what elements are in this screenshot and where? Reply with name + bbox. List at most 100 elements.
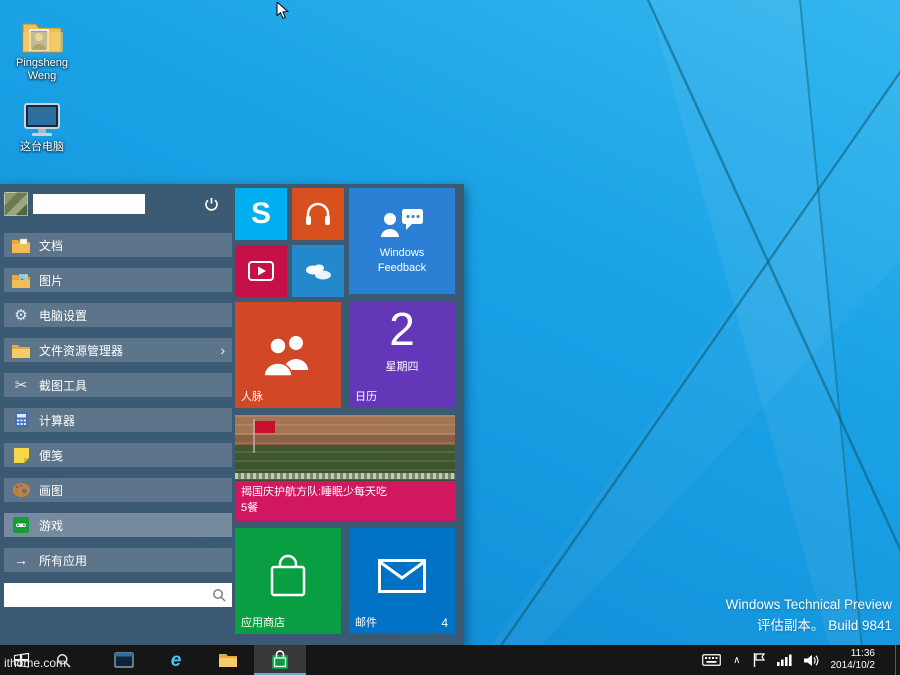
nav-label: 便笺 xyxy=(39,447,63,464)
tile-store[interactable]: 应用商店 xyxy=(235,528,341,634)
clock-date: 2014/10/2 xyxy=(831,660,876,673)
store-bag-icon xyxy=(271,650,289,670)
tile-skype[interactable]: S xyxy=(235,188,287,240)
calculator-icon xyxy=(11,411,31,429)
sidebar-item-file-explorer[interactable]: 文件资源管理器 › xyxy=(4,338,232,362)
search-icon xyxy=(212,588,226,602)
tile-label: 应用商店 xyxy=(241,614,285,630)
all-apps-label: 所有应用 xyxy=(39,552,87,569)
sidebar-item-snipping-tool[interactable]: ✂ 截图工具 xyxy=(4,373,232,397)
tile-news[interactable]: 揭国庆护航方队:睡眠少每天吃 5餐 xyxy=(235,415,455,521)
nav-label: 文档 xyxy=(39,237,63,254)
nav-label: 画图 xyxy=(39,482,63,499)
people-icon xyxy=(262,334,314,376)
start-menu: 文档 图片 ⚙ 电脑设置 文件资源管理器 › xyxy=(0,184,464,645)
username-field[interactable] xyxy=(33,194,145,214)
nav-label: 图片 xyxy=(39,272,63,289)
nav-label: 截图工具 xyxy=(39,377,87,394)
sidebar-item-calculator[interactable]: 计算器 xyxy=(4,408,232,432)
sidebar-item-paint[interactable]: 画图 xyxy=(4,478,232,502)
app-window-icon xyxy=(114,652,134,668)
taskbar-app-window-button[interactable] xyxy=(98,645,150,675)
clock-time: 11:36 xyxy=(831,648,876,661)
sidebar-item-documents[interactable]: 文档 xyxy=(4,233,232,257)
power-icon xyxy=(204,197,219,212)
sticky-notes-icon xyxy=(11,446,31,464)
desktop-icon-label: 这台电脑 xyxy=(6,141,78,154)
flag-icon xyxy=(251,419,277,453)
tile-windows-feedback[interactable]: Windows Feedback xyxy=(349,188,455,294)
file-explorer-icon xyxy=(11,341,31,359)
user-folder-icon xyxy=(6,14,78,54)
calendar-weekday: 星期四 xyxy=(349,358,455,374)
power-button[interactable] xyxy=(200,193,222,215)
onedrive-clouds-icon xyxy=(303,261,333,281)
system-tray: ∧ 11:36 xyxy=(696,645,900,675)
tile-calendar[interactable]: 2 星期四 日历 xyxy=(349,302,455,408)
action-center-button[interactable] xyxy=(747,645,771,675)
start-search-box[interactable] xyxy=(4,583,232,607)
calendar-day: 2 xyxy=(349,304,455,355)
touch-keyboard-button[interactable] xyxy=(696,645,727,675)
chevron-up-icon: ∧ xyxy=(733,655,740,666)
site-watermark: ithome.com xyxy=(4,656,66,670)
mail-unread-badge: 4 xyxy=(441,616,448,630)
envelope-icon xyxy=(378,559,426,593)
desktop-icon-user-folder[interactable]: Pingsheng Weng xyxy=(6,14,78,83)
taskbar-file-explorer-button[interactable] xyxy=(202,645,254,675)
start-tiles: S xyxy=(235,188,461,641)
desktop-icon-label: Pingsheng Weng xyxy=(6,57,78,83)
desktop-icon-this-pc[interactable]: 这台电脑 xyxy=(6,98,78,154)
tile-onedrive[interactable] xyxy=(292,245,344,297)
taskbar-internet-explorer-button[interactable]: e xyxy=(150,645,202,675)
nav-label: 文件资源管理器 xyxy=(39,342,123,359)
nav-label: 电脑设置 xyxy=(39,307,87,324)
internet-explorer-icon: e xyxy=(171,651,182,670)
folder-icon xyxy=(218,652,238,668)
video-play-icon xyxy=(248,261,274,281)
keyboard-icon xyxy=(702,654,721,666)
network-button[interactable] xyxy=(771,645,798,675)
games-icon xyxy=(11,516,31,534)
watermark-line2: 评估副本。 Build 9841 xyxy=(726,616,892,637)
sidebar-item-games[interactable]: 游戏 xyxy=(4,513,232,537)
desktop: Pingsheng Weng 这台电脑 Windows Technical Pr… xyxy=(0,0,900,675)
taskbar: e ∧ xyxy=(0,645,900,675)
documents-icon xyxy=(11,236,31,254)
tray-overflow-button[interactable]: ∧ xyxy=(727,645,746,675)
sidebar-item-pictures[interactable]: 图片 xyxy=(4,268,232,292)
feedback-icon xyxy=(380,207,424,241)
pictures-icon xyxy=(11,271,31,289)
headphones-icon xyxy=(304,201,332,227)
tile-label: Windows Feedback xyxy=(378,246,426,275)
start-menu-nav: 文档 图片 ⚙ 电脑设置 文件资源管理器 › xyxy=(4,233,232,537)
taskbar-spacer xyxy=(84,645,98,675)
sidebar-item-pc-settings[interactable]: ⚙ 电脑设置 xyxy=(4,303,232,327)
search-input[interactable] xyxy=(10,588,212,602)
tile-video[interactable] xyxy=(235,245,287,297)
watermark-line1: Windows Technical Preview xyxy=(726,595,892,616)
news-caption: 揭国庆护航方队:睡眠少每天吃 5餐 xyxy=(235,481,455,521)
snipping-tool-icon: ✂ xyxy=(11,376,31,394)
network-signal-icon xyxy=(777,654,792,666)
paint-palette-icon xyxy=(11,481,31,499)
taskbar-store-button[interactable] xyxy=(254,645,306,675)
tile-label: 人脉 xyxy=(241,388,263,404)
start-menu-left-column: 文档 图片 ⚙ 电脑设置 文件资源管理器 › xyxy=(4,188,232,607)
tile-music[interactable] xyxy=(292,188,344,240)
tile-mail[interactable]: 邮件 4 xyxy=(349,528,455,634)
tile-label: 邮件 xyxy=(355,614,377,630)
all-apps-button[interactable]: → 所有应用 xyxy=(4,548,232,572)
sidebar-item-sticky-notes[interactable]: 便笺 xyxy=(4,443,232,467)
taskbar-clock[interactable]: 11:36 2014/10/2 xyxy=(825,648,882,673)
volume-button[interactable] xyxy=(798,645,825,675)
settings-gear-icon: ⚙ xyxy=(11,306,31,324)
chevron-right-icon: › xyxy=(220,343,225,357)
windows-watermark: Windows Technical Preview 评估副本。 Build 98… xyxy=(726,595,892,637)
tile-people[interactable]: 人脉 xyxy=(235,302,341,408)
tile-label: 日历 xyxy=(355,388,377,404)
nav-label: 计算器 xyxy=(39,412,75,429)
user-avatar[interactable] xyxy=(4,192,28,216)
news-photo-detail xyxy=(235,473,455,479)
show-desktop-button[interactable] xyxy=(895,645,900,675)
